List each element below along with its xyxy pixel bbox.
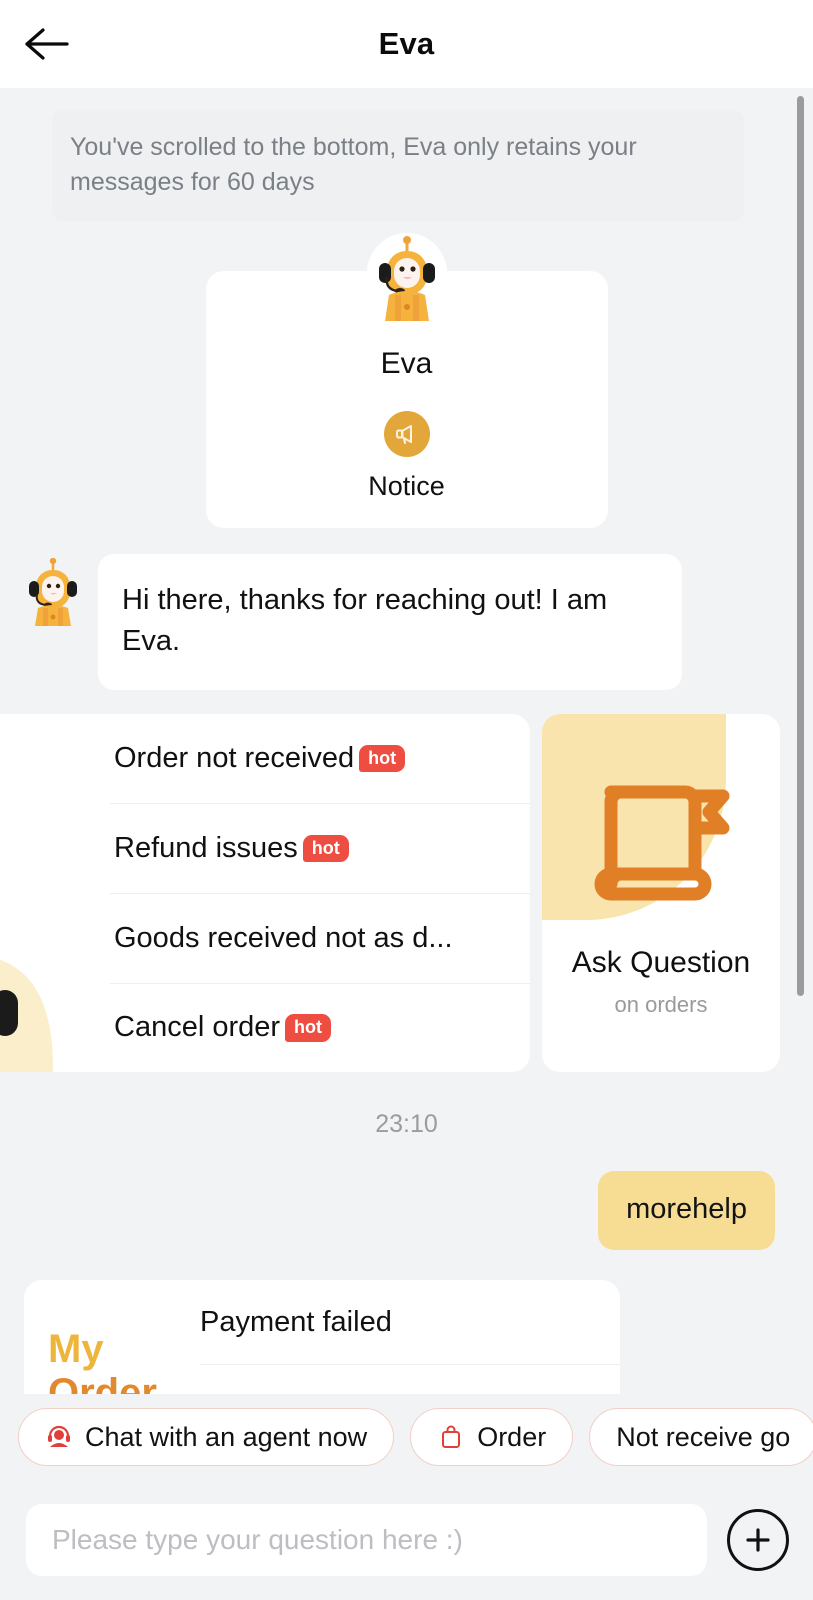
my-order-brand-line1: My <box>48 1327 104 1372</box>
my-order-brand: My Order <box>24 1280 200 1394</box>
carousel-track: Ask Eva <box>0 714 780 1073</box>
eva-name: Eva <box>380 347 433 380</box>
ask-eva-brand: Ask Eva <box>0 714 104 1073</box>
order-item[interactable]: Cancel order <box>200 1365 620 1394</box>
faq-item-label: Goods received not as d... <box>114 921 453 954</box>
card-carousel[interactable]: Ask Eva <box>0 714 813 1073</box>
my-order-brand-line2: Order <box>48 1370 157 1394</box>
faq-item[interactable]: Goods received not as d... <box>110 894 530 984</box>
chat-scroll-area[interactable]: You've scrolled to the bottom, Eva only … <box>0 88 813 1394</box>
faq-item-list: Order not received hot Refund issues hot G… <box>104 714 530 1072</box>
faq-item-label: Cancel order <box>114 1011 281 1044</box>
eva-intro-card: Eva Notice <box>205 233 608 528</box>
order-item-label: Payment failed <box>200 1305 392 1338</box>
faq-item-label: Refund issues <box>114 831 298 864</box>
user-message-row: morehelp <box>0 1171 813 1251</box>
faq-item-label: Order not received <box>114 742 355 775</box>
user-message-bubble: morehelp <box>598 1171 775 1251</box>
chip-not-receive-goods[interactable]: Not receive go <box>589 1408 813 1466</box>
quick-reply-chips[interactable]: Chat with an agent now Order Not receive… <box>0 1394 813 1480</box>
message-input[interactable] <box>26 1504 707 1576</box>
page-title: Eva <box>378 26 435 61</box>
faq-item[interactable]: Refund issues hot <box>110 804 530 894</box>
hot-badge: hot <box>359 744 406 773</box>
chat-screen: Eva You've scrolled to the bottom, Eva o… <box>0 0 813 1600</box>
my-order-item-list: Payment failed Cancel order <box>200 1280 620 1394</box>
add-attachment-button[interactable] <box>727 1509 789 1571</box>
bot-message-row: Hi there, thanks for reaching out! I am … <box>22 554 813 691</box>
chip-label: Chat with an agent now <box>85 1421 368 1452</box>
eva-intro-section: Eva Notice <box>0 233 813 528</box>
chip-label: Order <box>477 1421 547 1452</box>
message-timestamp: 23:10 <box>375 1110 438 1139</box>
notice-button[interactable] <box>383 411 430 457</box>
eva-robot-avatar <box>366 233 447 321</box>
ask-question-subtitle: on orders <box>614 992 708 1018</box>
notice-label: Notice <box>368 471 445 501</box>
agent-headset-icon <box>45 1423 73 1451</box>
eva-robot-illustration <box>0 960 53 1073</box>
megaphone-icon <box>395 425 412 444</box>
ask-question-card[interactable]: Ask Question on orders <box>542 714 780 1073</box>
shopping-bag-icon <box>437 1423 465 1451</box>
chip-chat-with-agent[interactable]: Chat with an agent now <box>18 1408 395 1466</box>
message-input-bar <box>0 1480 813 1600</box>
eva-robot-avatar <box>29 558 77 626</box>
plus-icon <box>746 1528 770 1552</box>
app-header: Eva <box>0 0 813 88</box>
back-button[interactable] <box>18 16 74 72</box>
ask-question-title: Ask Question <box>571 946 751 980</box>
hot-badge: hot <box>285 1014 332 1042</box>
my-order-card: My Order Payment failed Cancel order <box>24 1280 620 1394</box>
bot-message-bubble: Hi there, thanks for reaching out! I am … <box>98 554 682 691</box>
chip-label: Not receive go <box>616 1421 791 1452</box>
book-bookmark-icon <box>594 785 730 901</box>
ask-eva-faq-card: Ask Eva <box>0 714 530 1073</box>
order-item[interactable]: Payment failed <box>200 1280 620 1365</box>
faq-item[interactable]: Cancel order hot <box>110 984 530 1073</box>
chip-order[interactable]: Order <box>410 1408 574 1466</box>
arrow-left-icon <box>25 28 69 60</box>
faq-item[interactable]: Order not received hot <box>110 714 530 805</box>
hot-badge: hot <box>302 834 349 863</box>
system-note: You've scrolled to the bottom, Eva only … <box>52 110 744 221</box>
